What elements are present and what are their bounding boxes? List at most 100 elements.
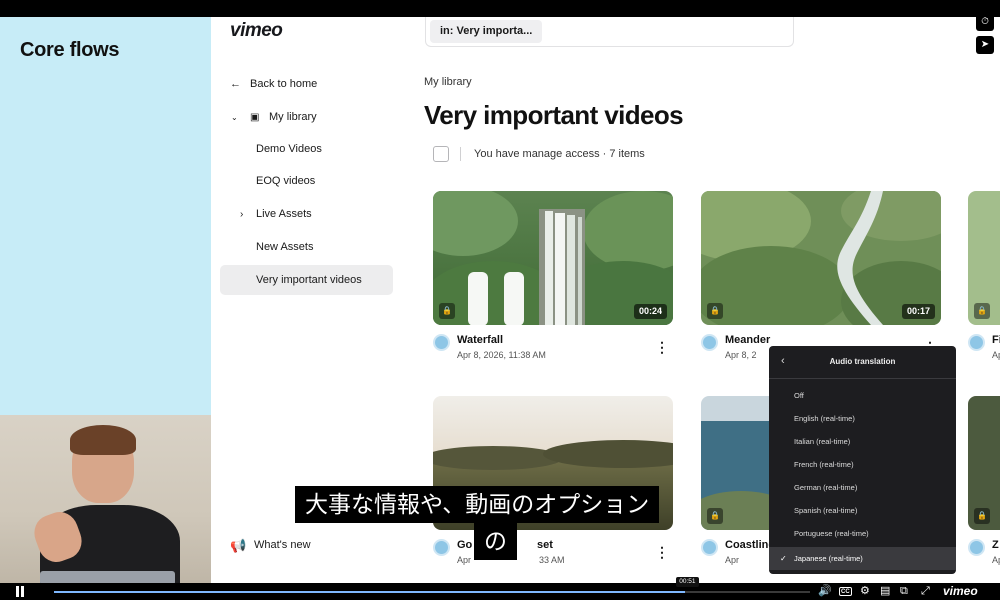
subtitle-line-2: の (474, 523, 517, 560)
back-label: Back to home (250, 78, 318, 90)
lock-icon: 🔒 (974, 508, 990, 524)
menu-option-label: German (real-time) (794, 483, 858, 492)
more-options-button[interactable]: ⋮ (655, 545, 669, 559)
more-options-button[interactable]: ⋮ (655, 340, 669, 354)
gear-icon[interactable]: ⚙ (860, 585, 870, 598)
sidebar-item-eoq-videos[interactable]: EOQ videos (220, 166, 393, 196)
video-title[interactable]: Go (457, 539, 472, 551)
video-thumbnail[interactable]: 🔒 (968, 191, 1000, 325)
presenter-hair (70, 425, 136, 455)
subtitle-line-1: 大事な情報や、動画のオプション (295, 486, 660, 523)
video-title[interactable]: Meander (725, 334, 770, 346)
player-controls: 00:51 🔊 CC ⚙ ▤ ⧉ ⤢ vimeo (0, 577, 1000, 600)
owner-avatar (968, 539, 985, 556)
menu-option-selected[interactable]: ✓ Japanese (real-time) (769, 547, 956, 570)
whats-new-label: What's new (254, 539, 311, 551)
my-library-label: My library (269, 111, 317, 123)
pause-overlay-bar (468, 272, 488, 326)
presenter-panel: Core flows (0, 17, 211, 583)
video-title[interactable]: Fi (992, 334, 1000, 346)
video-title[interactable]: Coastline (725, 539, 775, 551)
duration-badge: 00:24 (633, 304, 667, 319)
breadcrumb[interactable]: My library (424, 76, 472, 88)
chevron-right-icon: › (240, 208, 244, 220)
access-info: You have manage access · 7 items (474, 148, 645, 160)
sidebar-item-label: Demo Videos (256, 143, 322, 155)
video-card[interactable]: 🔒 Z Ap (968, 396, 1000, 576)
menu-option-label: English (real-time) (794, 414, 855, 423)
video-date-tail: 33 AM (539, 555, 565, 565)
captions-button[interactable]: CC (839, 587, 852, 596)
pause-button[interactable] (15, 586, 25, 597)
pause-icon-bar (16, 586, 19, 597)
divider (460, 147, 461, 161)
share-icon[interactable]: ➤ (976, 36, 994, 54)
checkmark-icon: ✓ (780, 554, 787, 563)
folder-stack-icon: ▣ (250, 111, 260, 123)
video-card[interactable]: 🔒 Fi Ap (968, 191, 1000, 371)
select-all-checkbox[interactable] (433, 146, 449, 162)
sidebar-item-new-assets[interactable]: New Assets (220, 232, 393, 262)
owner-avatar (433, 539, 450, 556)
owner-avatar (701, 334, 718, 351)
video-title-tail[interactable]: set (537, 539, 553, 551)
menu-option[interactable]: German (real-time) (769, 476, 956, 499)
lock-icon: 🔒 (707, 303, 723, 319)
owner-avatar (701, 539, 718, 556)
menu-option-label: Japanese (real-time) (794, 554, 863, 563)
owner-avatar (433, 334, 450, 351)
search-bar[interactable]: in: Very importa... (425, 17, 794, 47)
chapters-icon[interactable]: ▤ (880, 585, 890, 598)
sidebar-item-label: Live Assets (256, 208, 312, 220)
megaphone-icon: 📢 (230, 538, 247, 553)
menu-option[interactable]: Italian (real-time) (769, 430, 956, 453)
arrow-left-icon: ← (230, 78, 241, 90)
progress-bar[interactable] (54, 591, 810, 593)
player-frame: Core flows vimeo ← Back to home ⌄ ▣ My l… (0, 0, 1000, 600)
video-thumbnail[interactable]: 🔒 (968, 396, 1000, 530)
menu-option[interactable]: French (real-time) (769, 453, 956, 476)
top-black-bar (0, 0, 1000, 17)
page-title: Very important videos (424, 100, 684, 130)
sidebar-item-my-library[interactable]: ⌄ ▣ My library (220, 102, 393, 132)
video-date: Ap (992, 350, 1000, 360)
video-title[interactable]: Z (992, 539, 999, 551)
menu-option-label: Off (794, 391, 804, 400)
watch-later-icon[interactable]: ⏱ (976, 17, 994, 31)
search-filter-chip[interactable]: in: Very importa... (430, 20, 543, 43)
menu-title: Audio translation (829, 357, 896, 366)
menu-option[interactable]: English (real-time) (769, 407, 956, 430)
duration-badge: 00:17 (901, 304, 935, 319)
video-date: Ap (992, 555, 1000, 565)
volume-icon[interactable]: 🔊 (818, 585, 832, 598)
sidebar-item-live-assets[interactable]: › Live Assets (220, 199, 393, 229)
menu-option[interactable]: Portuguese (real-time) (769, 522, 956, 545)
menu-option-label: French (real-time) (794, 460, 854, 469)
video-date: Apr 8, 2 (725, 350, 757, 360)
pip-icon[interactable]: ⧉ (900, 585, 908, 598)
video-date: Apr (725, 555, 740, 565)
menu-option-label: Spanish (real-time) (794, 506, 858, 515)
sidebar-item-demo-videos[interactable]: Demo Videos (220, 134, 393, 164)
menu-option[interactable]: Off (769, 384, 956, 407)
pause-icon-bar (21, 586, 24, 597)
time-tooltip: 00:51 (676, 577, 699, 587)
video-title[interactable]: Waterfall (457, 334, 503, 346)
presenter-webcam (0, 415, 211, 583)
sidebar-item-label: EOQ videos (256, 175, 316, 187)
lock-icon: 🔒 (974, 303, 990, 319)
sidebar-item-label: New Assets (256, 241, 314, 253)
pause-overlay-bar (504, 272, 524, 326)
menu-option-label: Portuguese (real-time) (794, 529, 869, 538)
vimeo-logo[interactable]: vimeo (230, 20, 283, 42)
menu-option[interactable]: Spanish (real-time) (769, 499, 956, 522)
presenter-laptop (40, 571, 175, 583)
sidebar-item-very-important-videos[interactable]: Very important videos (220, 265, 393, 295)
back-to-home-link[interactable]: ← Back to home (220, 69, 393, 99)
fullscreen-icon[interactable]: ⤢ (921, 585, 930, 598)
video-content: Core flows vimeo ← Back to home ⌄ ▣ My l… (0, 17, 1000, 583)
vimeo-player-logo[interactable]: vimeo (943, 584, 978, 598)
chevron-down-icon: ⌄ (231, 112, 238, 122)
video-thumbnail[interactable]: 🔒 00:17 (701, 191, 941, 325)
menu-option-label: Italian (real-time) (794, 437, 851, 446)
